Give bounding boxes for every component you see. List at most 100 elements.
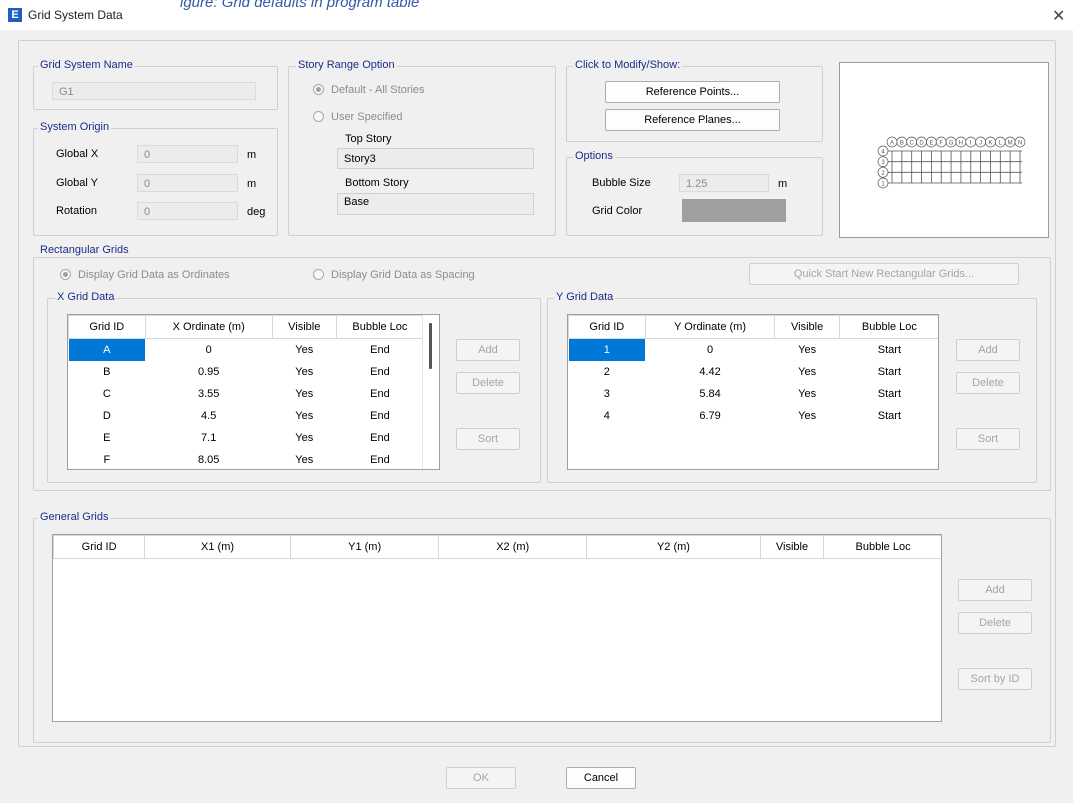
x-grid-row[interactable]: B 0.95 Yes End — [69, 361, 424, 383]
x-grid-cell[interactable]: 4.5 — [145, 405, 272, 427]
x-sort-button[interactable]: Sort — [456, 428, 520, 450]
ordinates-radio[interactable] — [60, 269, 71, 280]
y-grid-cell[interactable]: Yes — [775, 339, 839, 362]
y-grid-cell[interactable]: 4.42 — [645, 361, 775, 383]
reference-planes-button[interactable]: Reference Planes... — [605, 109, 780, 131]
y-grid-cell[interactable]: 1 — [568, 338, 646, 361]
close-icon[interactable]: ✕ — [1052, 6, 1065, 26]
x-grid-label: X Grid Data — [55, 291, 117, 303]
x-grid-row[interactable]: A 0 Yes End — [68, 338, 424, 362]
y-grid-table-box: Grid ID Y Ordinate (m) Visible Bubble Lo… — [567, 314, 939, 470]
x-grid-cell[interactable]: End — [336, 427, 423, 449]
y-grid-row[interactable]: 2 4.42 Yes Start — [569, 361, 939, 383]
general-grids-table-box: Grid ID X1 (m) Y1 (m) X2 (m) Y2 (m) Visi… — [52, 534, 942, 722]
general-delete-button[interactable]: Delete — [958, 612, 1032, 634]
x-grid-cell[interactable]: E — [69, 427, 146, 449]
y-grid-row[interactable]: 3 5.84 Yes Start — [569, 383, 939, 405]
x-grid-cell[interactable]: Yes — [272, 361, 336, 383]
x-grid-cell[interactable]: Yes — [272, 339, 336, 362]
global-y-label: Global Y — [56, 177, 98, 189]
x-grid-row[interactable]: C 3.55 Yes End — [69, 383, 424, 405]
general-add-button[interactable]: Add — [958, 579, 1032, 601]
y-delete-button[interactable]: Delete — [956, 372, 1020, 394]
preview-x-bubble-label: G — [949, 141, 954, 147]
story-range-label: Story Range Option — [296, 59, 397, 71]
global-y-field[interactable]: 0 — [137, 174, 238, 192]
x-grid-cell[interactable]: 7.1 — [145, 427, 272, 449]
x-grid-cell[interactable]: End — [336, 383, 423, 405]
x-col-ordinate: X Ordinate (m) — [144, 315, 273, 339]
bottom-story-label: Bottom Story — [345, 177, 409, 189]
x-grid-cell[interactable]: A — [68, 338, 146, 361]
x-grid-cell[interactable]: D — [69, 405, 146, 427]
top-story-field[interactable]: Story3 — [337, 148, 534, 169]
preview-x-bubble-label: N — [1018, 141, 1022, 147]
y-grid-cell[interactable]: Start — [839, 361, 938, 383]
x-grid-cell[interactable]: F — [69, 449, 146, 469]
y-grid-cell[interactable]: 4 — [569, 405, 646, 427]
global-x-unit: m — [247, 149, 257, 161]
x-delete-button[interactable]: Delete — [456, 372, 520, 394]
story-user-radio[interactable] — [313, 111, 324, 122]
bubble-size-field[interactable]: 1.25 — [679, 174, 769, 192]
y-grid-cell[interactable]: Start — [839, 383, 938, 405]
y-grid-cell[interactable]: 3 — [569, 383, 646, 405]
y-add-button[interactable]: Add — [956, 339, 1020, 361]
x-grid-cell[interactable]: 3.55 — [145, 383, 272, 405]
x-grid-cell[interactable]: 8.05 — [145, 449, 272, 469]
y-grid-cell[interactable]: 0 — [645, 339, 775, 362]
x-grid-scroll-thumb[interactable] — [429, 323, 432, 369]
y-grid-cell[interactable]: Start — [839, 405, 938, 427]
x-grid-cell[interactable]: C — [69, 383, 146, 405]
x-col-bubble-loc: Bubble Loc — [335, 315, 425, 339]
x-grid-cell[interactable]: Yes — [272, 449, 336, 469]
grid-preview-drawing: A B C D E F G H I J K L M N4321 — [877, 136, 1026, 189]
preview-x-bubble-label: J — [979, 141, 982, 147]
x-add-button[interactable]: Add — [456, 339, 520, 361]
y-grid-cell[interactable]: 6.79 — [645, 405, 775, 427]
general-sort-by-id-button[interactable]: Sort by ID — [958, 668, 1032, 690]
y-grid-cell[interactable]: Yes — [775, 383, 839, 405]
y-grid-cell[interactable]: 5.84 — [645, 383, 775, 405]
x-grid-cell[interactable]: End — [336, 405, 423, 427]
grid-color-label: Grid Color — [592, 205, 643, 217]
general-grids-table: Grid ID X1 (m) Y1 (m) X2 (m) Y2 (m) Visi… — [53, 535, 941, 559]
grid-system-name-label: Grid System Name — [38, 59, 135, 71]
cancel-button[interactable]: Cancel — [566, 767, 636, 789]
rotation-field[interactable]: 0 — [137, 202, 238, 220]
y-grid-cell[interactable]: Yes — [775, 361, 839, 383]
y-grid-cell[interactable]: 2 — [569, 361, 646, 383]
y-grid-row[interactable]: 1 0 Yes Start — [568, 338, 939, 362]
reference-points-button[interactable]: Reference Points... — [605, 81, 780, 103]
y-grid-table: Grid ID Y Ordinate (m) Visible Bubble Lo… — [568, 315, 939, 427]
app-icon: E — [8, 8, 22, 22]
x-grid-cell[interactable]: B — [69, 361, 146, 383]
y-grid-row[interactable]: 4 6.79 Yes Start — [569, 405, 939, 427]
y-col-grid-id: Grid ID — [568, 315, 646, 339]
rectangular-grids-label: Rectangular Grids — [38, 244, 131, 256]
bottom-story-field[interactable]: Base — [337, 193, 534, 215]
x-grid-row[interactable]: F 8.05 Yes End — [69, 449, 424, 469]
y-grid-cell[interactable]: Yes — [775, 405, 839, 427]
x-grid-scrollbar[interactable] — [422, 315, 439, 469]
grid-color-swatch[interactable] — [682, 199, 786, 222]
grid-system-name-field[interactable]: G1 — [52, 82, 256, 100]
y-grid-cell[interactable]: Start — [839, 339, 938, 362]
spacing-radio[interactable] — [313, 269, 324, 280]
ok-button[interactable]: OK — [446, 767, 516, 789]
spacing-label: Display Grid Data as Spacing — [331, 269, 475, 281]
x-grid-cell[interactable]: Yes — [272, 427, 336, 449]
x-grid-cell[interactable]: End — [336, 449, 423, 469]
x-grid-row[interactable]: D 4.5 Yes End — [69, 405, 424, 427]
x-grid-cell[interactable]: Yes — [272, 383, 336, 405]
x-grid-cell[interactable]: 0 — [145, 339, 272, 362]
x-grid-cell[interactable]: 0.95 — [145, 361, 272, 383]
x-grid-cell[interactable]: Yes — [272, 405, 336, 427]
y-sort-button[interactable]: Sort — [956, 428, 1020, 450]
x-grid-cell[interactable]: End — [336, 361, 423, 383]
global-x-field[interactable]: 0 — [137, 145, 238, 163]
story-default-radio[interactable] — [313, 84, 324, 95]
quick-start-button[interactable]: Quick Start New Rectangular Grids... — [749, 263, 1019, 285]
x-grid-row[interactable]: E 7.1 Yes End — [69, 427, 424, 449]
x-grid-cell[interactable]: End — [336, 339, 423, 362]
